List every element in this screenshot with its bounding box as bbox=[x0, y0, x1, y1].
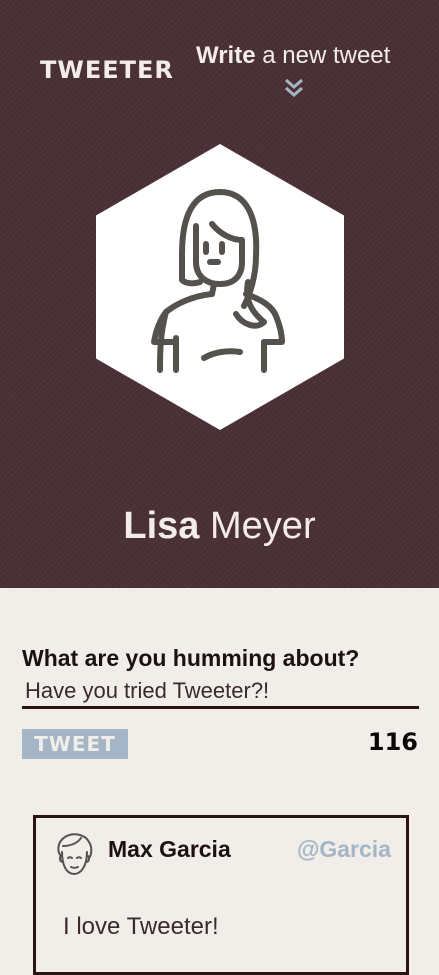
write-link-bold: Write bbox=[196, 42, 256, 69]
tweet-author-handle[interactable]: @Garcia bbox=[297, 836, 391, 863]
character-counter: 116 bbox=[367, 728, 418, 756]
write-link-rest: a new tweet bbox=[255, 42, 391, 69]
profile-header: TWEETER Write a new tweet Lisa Meyer bbox=[0, 0, 439, 588]
double-chevron-down-icon[interactable] bbox=[283, 77, 305, 99]
tweet-input[interactable] bbox=[22, 675, 419, 709]
tweet-author-name[interactable]: Max Garcia bbox=[108, 836, 231, 863]
profile-first-name: Lisa bbox=[123, 505, 200, 547]
write-tweet-link[interactable]: Write a new tweet bbox=[196, 42, 390, 70]
profile-name: Lisa Meyer bbox=[0, 505, 439, 548]
man-avatar-icon bbox=[57, 833, 93, 875]
tweet-card: Max Garcia @Garcia I love Tweeter! bbox=[33, 815, 409, 975]
tweet-text: I love Tweeter! bbox=[63, 913, 219, 940]
app-logo[interactable]: TWEETER bbox=[40, 56, 174, 84]
profile-last-name: Meyer bbox=[210, 505, 316, 547]
tweet-button[interactable]: TWEET bbox=[22, 729, 128, 759]
compose-label: What are you humming about? bbox=[22, 645, 360, 671]
profile-avatar-hexagon bbox=[96, 144, 344, 430]
